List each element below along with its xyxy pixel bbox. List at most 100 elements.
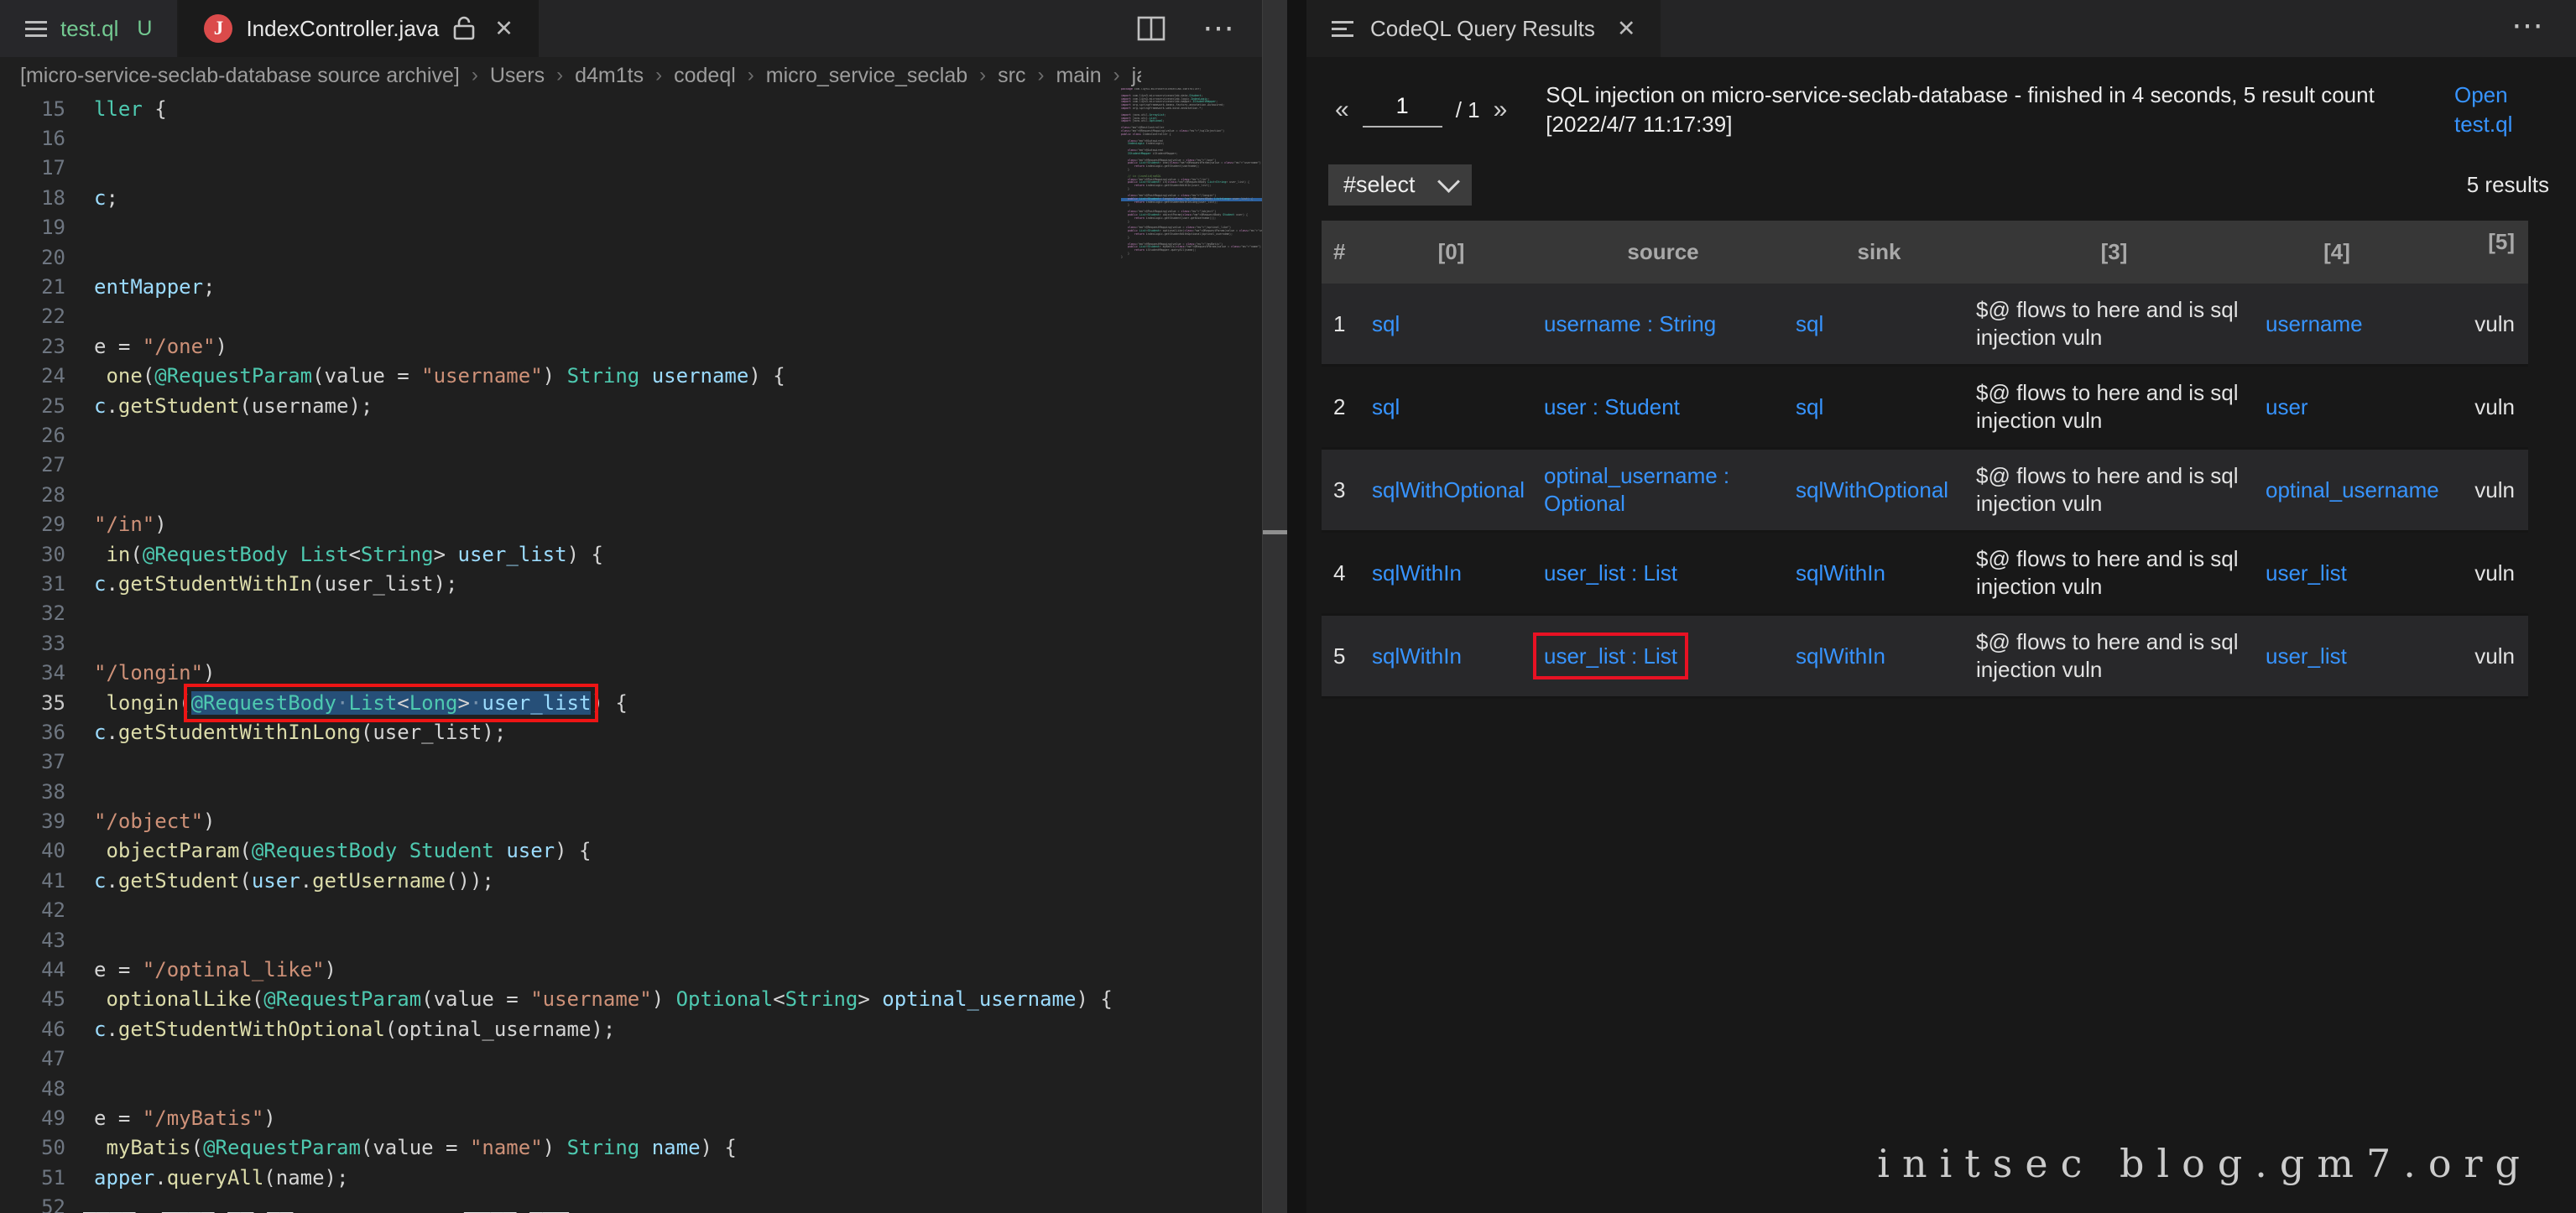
code-line[interactable]: 25c.getStudent(username);: [0, 391, 1121, 420]
code-line[interactable]: 34"/longin"): [0, 658, 1121, 687]
breadcrumb-item[interactable]: java: [1132, 64, 1141, 88]
column-header-0[interactable]: [0]: [1365, 221, 1537, 284]
page-number-input[interactable]: 1: [1363, 93, 1442, 128]
code-line[interactable]: 26: [0, 420, 1121, 450]
breadcrumb-item[interactable]: Users: [490, 64, 545, 88]
column-header-5[interactable]: [5]: [2415, 221, 2528, 284]
result-sink-link[interactable]: sqlWithOptional: [1789, 449, 1969, 532]
breadcrumb-item[interactable]: src: [998, 64, 1025, 88]
last-page-button[interactable]: »: [1494, 96, 1508, 124]
code-line[interactable]: 40 objectParam(@RequestBody Student user…: [0, 836, 1121, 866]
column-header-3[interactable]: [3]: [1969, 221, 2259, 284]
result-col0-link[interactable]: sql: [1365, 284, 1537, 366]
close-icon[interactable]: ✕: [494, 16, 514, 42]
result-row[interactable]: 4sqlWithInuser_list : ListsqlWithIn$@ fl…: [1322, 532, 2528, 615]
code-line[interactable]: 31c.getStudentWithIn(user_list);: [0, 569, 1121, 598]
code-line[interactable]: 41c.getStudent(user.getUsername());: [0, 866, 1121, 895]
code-line[interactable]: 50 myBatis(@RequestParam(value = "name")…: [0, 1133, 1121, 1163]
result-col4-link[interactable]: user_list: [2259, 532, 2415, 615]
code-line[interactable]: 37: [0, 747, 1121, 777]
code-line[interactable]: 49e = "/myBatis"): [0, 1103, 1121, 1132]
breadcrumb[interactable]: [micro-service-seclab-database source ar…: [0, 57, 1141, 94]
result-row[interactable]: 3sqlWithOptionaloptinal_username : Optio…: [1322, 449, 2528, 532]
result-source-link[interactable]: user : Student: [1537, 366, 1789, 449]
code-line[interactable]: 17: [0, 154, 1121, 183]
select-dropdown[interactable]: #select: [1328, 164, 1472, 206]
result-source-link[interactable]: user_list : List: [1537, 615, 1789, 698]
code-line[interactable]: 29"/in"): [0, 509, 1121, 539]
first-page-button[interactable]: «: [1335, 96, 1349, 124]
code-line[interactable]: 24 one(@RequestParam(value = "username")…: [0, 362, 1121, 391]
code-line[interactable]: 15ller {: [0, 94, 1121, 123]
code-line[interactable]: 21entMapper;: [0, 272, 1121, 301]
code-line[interactable]: 28: [0, 480, 1121, 509]
results-controls: #select 5 results: [1306, 139, 2576, 221]
code-line[interactable]: 30 in(@RequestBody List<String> user_lis…: [0, 539, 1121, 569]
breadcrumb-item[interactable]: d4m1ts: [575, 64, 644, 88]
tab-codeql-query-results[interactable]: CodeQL Query Results ✕: [1306, 0, 1661, 57]
tab-indexcontroller-java[interactable]: J IndexController.java ✕: [179, 0, 538, 57]
code-line[interactable]: 16: [0, 123, 1121, 153]
code-line[interactable]: 51apper.queryAll(name);: [0, 1163, 1121, 1192]
column-header-[interactable]: #: [1322, 221, 1365, 284]
code-line[interactable]: 23e = "/one"): [0, 331, 1121, 361]
result-row[interactable]: 1sqlusername : Stringsql$@ flows to here…: [1322, 284, 2528, 366]
breadcrumb-item[interactable]: main: [1056, 64, 1101, 88]
result-source-link[interactable]: optinal_username : Optional: [1537, 449, 1789, 532]
result-col4-link[interactable]: username: [2259, 284, 2415, 366]
result-col0-link[interactable]: sqlWithOptional: [1365, 449, 1537, 532]
code-line[interactable]: 48: [0, 1074, 1121, 1103]
column-header-source[interactable]: source: [1537, 221, 1789, 284]
result-sink-link[interactable]: sqlWithIn: [1789, 615, 1969, 698]
result-col0-link[interactable]: sqlWithIn: [1365, 615, 1537, 698]
open-test-ql-link[interactable]: Open test.ql: [2454, 81, 2551, 139]
code-line[interactable]: 27: [0, 450, 1121, 480]
code-line[interactable]: 38: [0, 777, 1121, 806]
code-line[interactable]: 35 longin(@RequestBody·List<Long>·user_l…: [0, 688, 1121, 717]
code-line[interactable]: 52: [0, 1192, 1121, 1213]
breadcrumb-item[interactable]: codeql: [674, 64, 736, 88]
result-row[interactable]: 2sqluser : Studentsql$@ flows to here an…: [1322, 366, 2528, 449]
code-line[interactable]: 47: [0, 1044, 1121, 1074]
result-source-link[interactable]: user_list : List: [1537, 532, 1789, 615]
code-line[interactable]: 22: [0, 302, 1121, 331]
code-line[interactable]: 45 optionalLike(@RequestParam(value = "u…: [0, 985, 1121, 1014]
split-editor-icon[interactable]: [1137, 16, 1165, 41]
result-sink-link[interactable]: sql: [1789, 366, 1969, 449]
code-line[interactable]: 43: [0, 925, 1121, 955]
code-line[interactable]: 36c.getStudentWithInLong(user_list);: [0, 717, 1121, 747]
close-icon[interactable]: ✕: [1617, 16, 1636, 42]
result-col4-link[interactable]: user: [2259, 366, 2415, 449]
result-sink-link[interactable]: sqlWithIn: [1789, 532, 1969, 615]
code-line[interactable]: 20: [0, 242, 1121, 272]
line-number: 47: [0, 1047, 65, 1070]
result-row[interactable]: 5sqlWithInuser_list : ListsqlWithIn$@ fl…: [1322, 615, 2528, 698]
editor-scrollbar[interactable]: [1262, 0, 1288, 1213]
panel-more-icon[interactable]: ⋯: [2511, 10, 2546, 42]
code-line[interactable]: 44e = "/optinal_like"): [0, 955, 1121, 984]
result-index: 2: [1322, 366, 1365, 449]
code-line[interactable]: 33: [0, 628, 1121, 658]
breadcrumb-item[interactable]: micro_service_seclab: [766, 64, 967, 88]
code-editor[interactable]: 15ller {161718c;192021entMapper;2223e = …: [0, 94, 1121, 1213]
code-line[interactable]: 46c.getStudentWithOptional(optinal_usern…: [0, 1014, 1121, 1044]
code-line[interactable]: 19: [0, 213, 1121, 242]
result-col0-link[interactable]: sql: [1365, 366, 1537, 449]
code-line[interactable]: 32: [0, 599, 1121, 628]
minimap[interactable]: package com.l4yn3.microserviceseclab.con…: [1121, 88, 1262, 306]
result-source-link[interactable]: username : String: [1537, 284, 1789, 366]
code-line[interactable]: 42: [0, 896, 1121, 925]
panel-divider[interactable]: [1287, 0, 1306, 1213]
code-line[interactable]: 18c;: [0, 183, 1121, 212]
column-header-sink[interactable]: sink: [1789, 221, 1969, 284]
column-header-4[interactable]: [4]: [2259, 221, 2415, 284]
tab-test-ql[interactable]: test.ql U: [0, 0, 179, 57]
more-actions-icon[interactable]: ⋯: [1202, 13, 1237, 44]
result-col0-link[interactable]: sqlWithIn: [1365, 532, 1537, 615]
result-vuln-label: vuln: [2415, 615, 2528, 698]
result-col4-link[interactable]: user_list: [2259, 615, 2415, 698]
code-line[interactable]: 39"/object"): [0, 806, 1121, 836]
result-col4-link[interactable]: optinal_username: [2259, 449, 2415, 532]
breadcrumb-item[interactable]: [micro-service-seclab-database source ar…: [20, 64, 460, 88]
result-sink-link[interactable]: sql: [1789, 284, 1969, 366]
